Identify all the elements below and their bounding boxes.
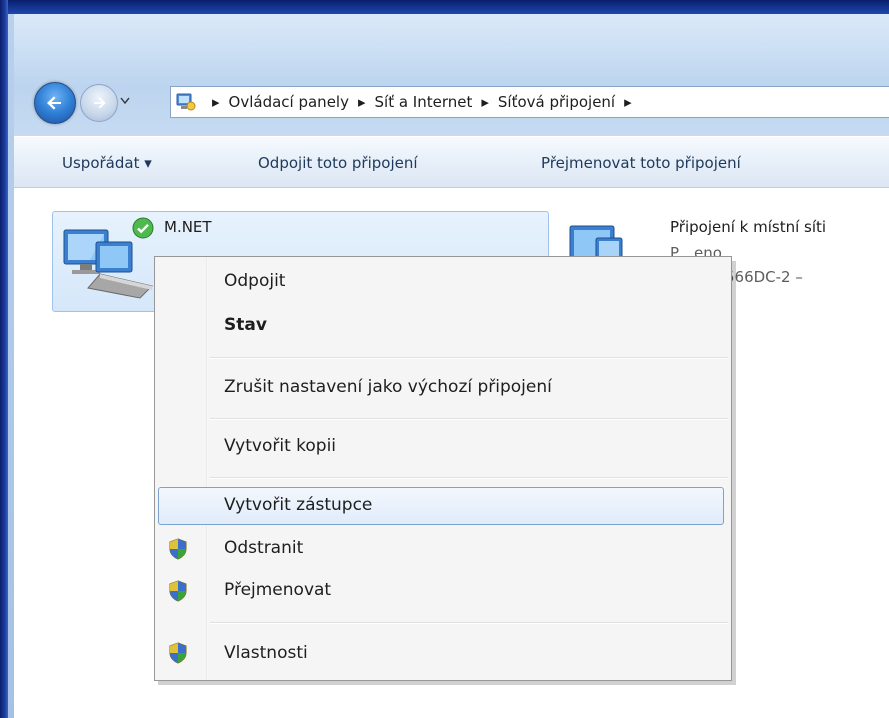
menu-item-delete[interactable]: Odstranit — [224, 538, 303, 558]
connected-check-icon — [132, 217, 154, 239]
back-button[interactable] — [34, 82, 76, 124]
menu-separator — [210, 418, 728, 420]
recent-pages-dropdown[interactable] — [120, 94, 130, 108]
uac-shield-icon — [169, 642, 187, 664]
breadcrumb-separator-icon[interactable]: ▸ — [624, 93, 632, 111]
menu-separator — [210, 622, 728, 624]
arrow-left-icon — [47, 96, 61, 110]
window-left-border — [0, 0, 8, 718]
control-panel-icon — [176, 93, 196, 111]
organize-button[interactable]: Uspořádat ▾ — [62, 138, 152, 188]
breadcrumb-separator-icon[interactable]: ▸ — [358, 93, 366, 111]
address-bar[interactable]: ▸ Ovládací panely ▸ Síť a Internet ▸ Síť… — [170, 86, 889, 118]
uac-shield-icon — [169, 538, 187, 560]
uac-shield-icon — [169, 580, 187, 602]
context-menu-gutter — [206, 257, 208, 680]
breadcrumb-control-panel[interactable]: Ovládací panely — [229, 93, 349, 111]
window-top-border — [0, 0, 889, 14]
navigation-pane-edge — [8, 14, 14, 718]
menu-item-status[interactable]: Stav — [224, 315, 267, 335]
breadcrumb-network-internet[interactable]: Síť a Internet — [375, 93, 473, 111]
forward-button[interactable] — [80, 84, 118, 122]
menu-item-rename[interactable]: Přejmenovat — [224, 580, 331, 600]
rename-connection-button[interactable]: Přejmenovat toto připojení — [541, 138, 741, 188]
breadcrumb-separator-icon[interactable]: ▸ — [212, 93, 220, 111]
menu-item-properties[interactable]: Vlastnosti — [224, 643, 308, 663]
connection-title-local[interactable]: Připojení k místní síti — [670, 218, 826, 236]
breadcrumb-network-connections[interactable]: Síťová připojení — [498, 93, 615, 111]
disconnect-connection-button[interactable]: Odpojit toto připojení — [258, 138, 418, 188]
breadcrumb-separator-icon[interactable]: ▸ — [481, 93, 489, 111]
menu-item-unset-default[interactable]: Zrušit nastavení jako výchozí připojení — [224, 377, 552, 397]
menu-item-create-copy[interactable]: Vytvořit kopii — [224, 436, 336, 456]
menu-separator — [210, 477, 728, 479]
chevron-down-icon — [120, 97, 130, 105]
menu-item-create-shortcut[interactable]: Vytvořit zástupce — [224, 495, 372, 515]
menu-item-disconnect[interactable]: Odpojit — [224, 271, 285, 291]
arrow-right-icon — [94, 97, 106, 109]
connection-title-mnet: M.NET — [164, 218, 212, 236]
menu-separator — [210, 357, 728, 359]
